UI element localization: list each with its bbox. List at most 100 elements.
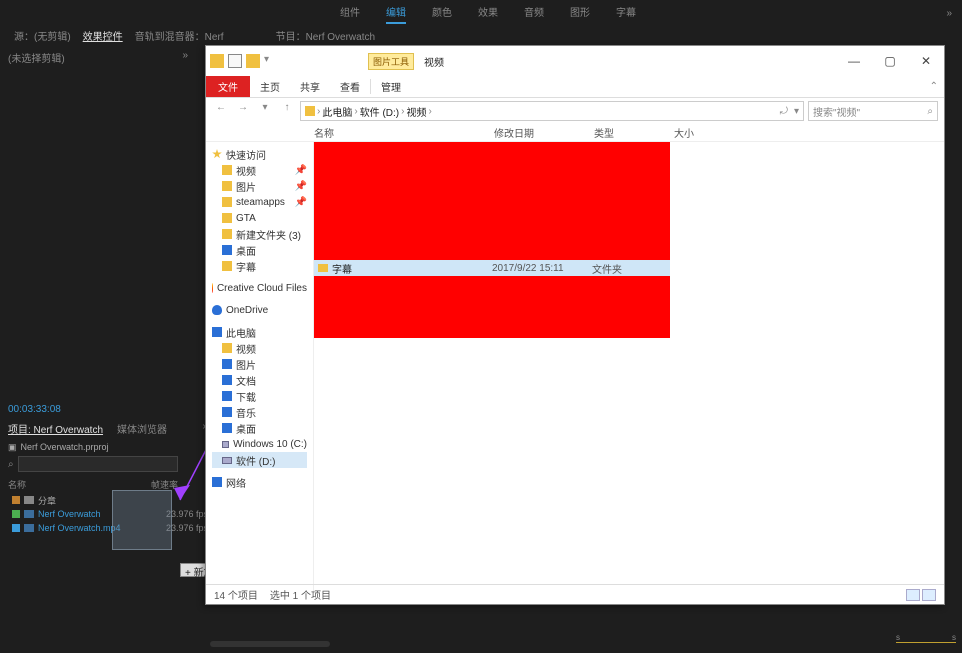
breadcrumb[interactable]: 视频	[406, 104, 426, 119]
tab-program[interactable]: 节目：Nerf Overwatch	[276, 28, 375, 46]
nav-item-selected[interactable]: 软件 (D:)	[212, 452, 307, 468]
minimize-button[interactable]: —	[836, 54, 872, 68]
menu-item[interactable]: 字幕	[616, 4, 636, 24]
col-name[interactable]: 名称	[8, 478, 118, 491]
timeline-zoom-slider[interactable]	[210, 641, 330, 647]
nav-item[interactable]: 字幕	[212, 258, 307, 274]
nav-item[interactable]: 桌面	[212, 242, 307, 258]
video-icon	[24, 524, 34, 532]
timecode[interactable]: 00:03:33:08	[8, 404, 208, 415]
label-swatch	[12, 510, 20, 518]
share-tab[interactable]: 共享	[290, 79, 330, 94]
title-bar[interactable]: ▾ 图片工具 视频 — ▢ ✕	[206, 46, 944, 76]
overflow-arrow-icon[interactable]: »	[946, 8, 952, 19]
details-view-icon[interactable]	[906, 589, 920, 601]
effect-controls-empty: (未选择剪辑) »	[8, 50, 188, 70]
nav-item[interactable]: 音乐	[212, 404, 307, 420]
redacted-block	[314, 276, 670, 338]
address-bar[interactable]: › 此电脑 › 软件 (D:) › 视频 › ⤾ ▾	[300, 101, 804, 121]
tab-project[interactable]: 项目: Nerf Overwatch	[8, 421, 103, 436]
file-list[interactable]: 字幕 2017/9/22 15:11 文件夹	[314, 142, 944, 592]
nav-item[interactable]: 新建文件夹 (3)	[212, 226, 307, 242]
status-bar: 14 个项目 选中 1 个项目	[206, 584, 944, 604]
timeline-scale: ss	[896, 633, 956, 649]
tab-media-browser[interactable]: 媒体浏览器	[117, 421, 167, 436]
bin-row[interactable]: 分章	[8, 493, 208, 507]
search-input[interactable]: 搜索"视频" ⌕	[808, 101, 938, 121]
file-row-selected[interactable]: 字幕 2017/9/22 15:11 文件夹	[314, 260, 670, 276]
refresh-icon[interactable]: ⤾	[780, 106, 788, 117]
address-bar-row: ← → ▾ ↑ › 此电脑 › 软件 (D:) › 视频 › ⤾ ▾ 搜索"视频…	[206, 98, 944, 124]
nav-item[interactable]: 文档	[212, 372, 307, 388]
history-dropdown-icon[interactable]: ▾	[256, 102, 274, 120]
search-icon[interactable]: ⌕	[8, 459, 14, 470]
close-button[interactable]: ✕	[908, 54, 944, 68]
up-button[interactable]: ↑	[278, 102, 296, 120]
col-type[interactable]: 类型	[594, 125, 674, 140]
menu-item[interactable]: 效果	[478, 4, 498, 24]
breadcrumb[interactable]: 此电脑	[322, 104, 352, 119]
nav-network[interactable]: 网络	[212, 474, 307, 490]
address-dropdown-icon[interactable]: ▾	[794, 106, 799, 117]
window-title: 视频	[424, 54, 444, 69]
ribbon: 文件 主页 共享 查看 管理 ⌃	[206, 76, 944, 98]
icons-view-icon[interactable]	[922, 589, 936, 601]
nav-item[interactable]: 图片	[212, 356, 307, 372]
menu-item[interactable]: 音频	[524, 4, 544, 24]
nav-item[interactable]: 视频	[212, 340, 307, 356]
file-explorer-window[interactable]: ▾ 图片工具 视频 — ▢ ✕ 文件 主页 共享 查看 管理 ⌃ ← → ▾ ↑…	[205, 45, 945, 605]
clip-row[interactable]: Nerf Overwatch.mp4 23.976 fps	[8, 521, 208, 535]
contextual-tab[interactable]: 图片工具	[368, 53, 414, 70]
nav-item[interactable]: 图片📌	[212, 178, 307, 194]
file-tab[interactable]: 文件	[206, 76, 250, 97]
tab-source[interactable]: 源：(无剪辑)	[14, 28, 71, 46]
sequence-icon	[24, 510, 34, 518]
home-tab[interactable]: 主页	[250, 79, 290, 94]
nav-pane[interactable]: 快速访问 视频📌 图片📌 steamapps📌 GTA 新建文件夹 (3) 桌面…	[206, 142, 314, 592]
workspace-menu[interactable]: 组件 编辑 颜色 效果 音频 图形 字幕	[0, 4, 962, 24]
folder-icon	[210, 54, 224, 68]
nav-item[interactable]: GTA	[212, 210, 307, 226]
qat-icon[interactable]	[228, 54, 242, 68]
project-search-input[interactable]	[18, 456, 178, 472]
nav-this-pc[interactable]: 此电脑	[212, 324, 307, 340]
search-icon: ⌕	[927, 106, 933, 117]
menu-item[interactable]: 组件	[340, 4, 360, 24]
nav-onedrive[interactable]: OneDrive	[212, 302, 307, 318]
nav-item[interactable]: steamapps📌	[212, 194, 307, 210]
menu-item[interactable]: 编辑	[386, 4, 406, 24]
sequence-row[interactable]: Nerf Overwatch 23.976 fps	[8, 507, 208, 521]
col-date[interactable]: 修改日期	[494, 125, 594, 140]
qat-icon[interactable]	[246, 54, 260, 68]
nav-item[interactable]: 桌面	[212, 420, 307, 436]
project-file-name: Nerf Overwatch.prproj	[21, 442, 109, 452]
drag-ghost	[112, 490, 172, 550]
col-size[interactable]: 大小	[674, 125, 734, 140]
nav-creative-cloud[interactable]: Creative Cloud Files	[212, 280, 307, 296]
label-swatch	[12, 496, 20, 504]
menu-item[interactable]: 图形	[570, 4, 590, 24]
tab-audio-mixer[interactable]: 音轨到混音器：Nerf	[135, 28, 224, 46]
column-headers[interactable]: 名称 修改日期 类型 大小	[206, 124, 944, 142]
manage-tab[interactable]: 管理	[370, 79, 411, 94]
tab-effect-controls[interactable]: 效果控件	[83, 28, 123, 46]
redacted-block	[314, 142, 670, 260]
selected-count: 选中 1 个项目	[270, 587, 331, 602]
folder-icon	[318, 264, 328, 272]
menu-item[interactable]: 颜色	[432, 4, 452, 24]
nav-item[interactable]: 下载	[212, 388, 307, 404]
project-panel: 00:03:33:08 项目: Nerf Overwatch 媒体浏览器 » ▣…	[8, 404, 208, 604]
breadcrumb[interactable]: 软件 (D:)	[360, 104, 399, 119]
collapse-ribbon-icon[interactable]: ⌃	[930, 81, 944, 92]
nav-quick-access[interactable]: 快速访问	[212, 146, 307, 162]
view-tab[interactable]: 查看	[330, 79, 370, 94]
col-name[interactable]: 名称	[314, 125, 494, 140]
qat-dropdown-icon[interactable]: ▾	[264, 54, 278, 68]
file-type: 文件夹	[592, 261, 622, 276]
folder-icon	[24, 496, 34, 504]
nav-item[interactable]: Windows 10 (C:)	[212, 436, 307, 452]
forward-button[interactable]: →	[234, 102, 252, 120]
maximize-button[interactable]: ▢	[872, 54, 908, 68]
back-button[interactable]: ←	[212, 102, 230, 120]
nav-item[interactable]: 视频📌	[212, 162, 307, 178]
